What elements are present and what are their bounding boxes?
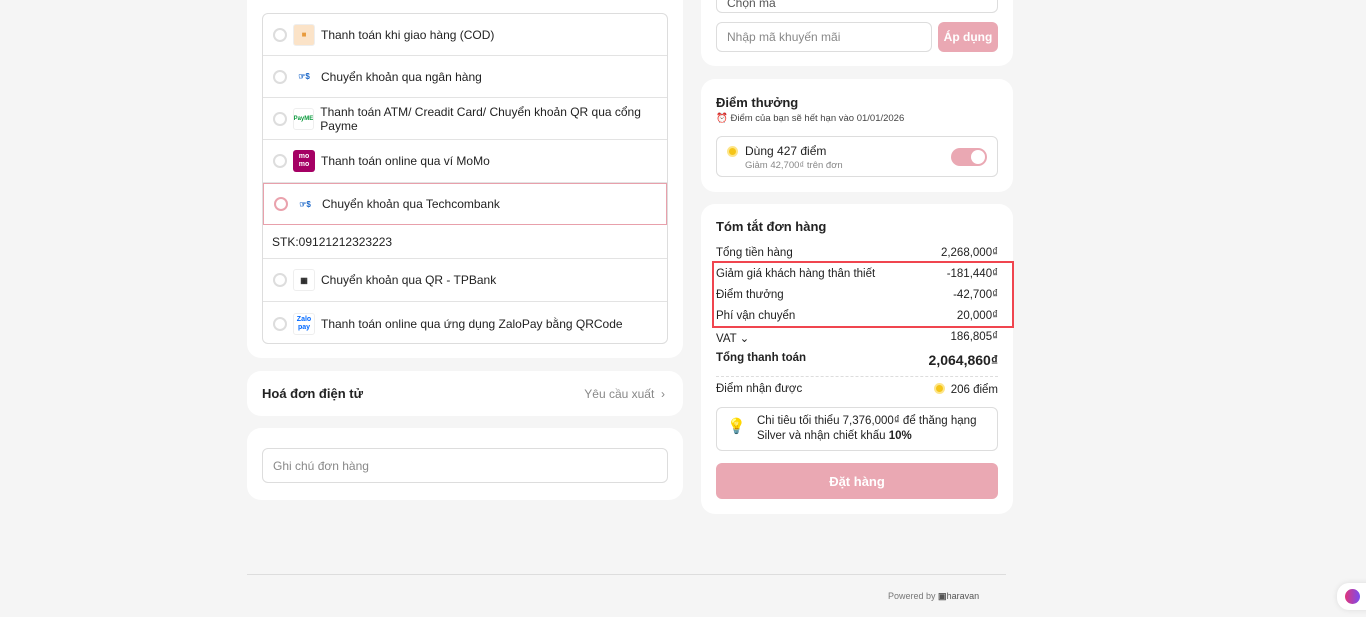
label: Chuyển khoản qua QR - TPBank	[321, 273, 497, 287]
radio[interactable]	[273, 154, 287, 168]
highlight-box	[712, 261, 1014, 328]
points-title: Điểm thưởng	[716, 95, 799, 110]
place-order-button[interactable]: Đặt hàng	[716, 463, 998, 499]
label: Thanh toán ATM/ Creadit Card/ Chuyển kho…	[320, 104, 641, 133]
use-points-toggle[interactable]	[951, 148, 987, 166]
powered-by: Powered by ▣haravan	[888, 591, 980, 601]
points-card: Điểm thưởng ⏰ Điểm của bạn sẽ hết hạn và…	[701, 79, 1013, 192]
radio[interactable]	[273, 316, 287, 331]
lightbulb-icon: 💡	[727, 418, 746, 435]
summary-title: Tóm tắt đơn hàng	[716, 219, 827, 234]
order-note-input[interactable]: Ghi chú đơn hàng	[262, 448, 668, 483]
bank-transfer-icon: ☞$	[298, 72, 310, 81]
summary-line-subtotal: Tổng tiền hàng 2,268,000₫	[716, 247, 998, 259]
haravan-logo: ▣haravan	[938, 591, 980, 601]
summary-line-vat[interactable]: VAT ⌄ 186,805₫	[716, 331, 998, 345]
use-points-sub: Giảm 42,700₫ trên đơn	[745, 160, 843, 171]
invoice-title: Hoá đơn điện tử	[262, 386, 363, 401]
bank-transfer-icon: ☞$	[299, 199, 311, 209]
points-expiry: ⏰ Điểm của bạn sẽ hết hạn vào 01/01/2026	[716, 113, 905, 124]
radio[interactable]	[273, 273, 287, 287]
coin-icon	[933, 383, 945, 394]
chevron-down-icon[interactable]: ⌄	[740, 333, 750, 345]
radio-selected[interactable]	[274, 197, 288, 211]
invoice-request-link[interactable]: Yêu cầu xuất ›	[584, 387, 665, 401]
alarm-icon: ⏰	[716, 113, 728, 124]
payment-method-cod[interactable]: ■ Thanh toán khi giao hàng (COD)	[263, 14, 667, 56]
brain-icon	[1345, 589, 1360, 604]
assistant-widget-button[interactable]	[1337, 583, 1366, 610]
apply-coupon-button[interactable]: Áp dụng	[938, 22, 998, 52]
coupon-input[interactable]: Nhập mã khuyến mãi	[716, 22, 932, 52]
radio[interactable]	[273, 69, 287, 84]
payment-method-bank[interactable]: ☞$ Chuyển khoản qua ngân hàng	[263, 56, 667, 98]
divider	[716, 376, 998, 377]
account-number: STK:09121212323223	[272, 234, 393, 249]
qr-icon: ▦	[293, 269, 315, 291]
earned-points: Điểm nhận được 206 điểm	[716, 383, 998, 396]
momo-icon: mo mo	[293, 150, 315, 172]
payment-method-momo[interactable]: mo mo Thanh toán online qua ví MoMo	[263, 140, 667, 183]
use-points-box: Dùng 427 điểm Giảm 42,700₫ trên đơn	[716, 136, 998, 177]
radio[interactable]	[273, 27, 287, 42]
label: Chuyển khoản qua ngân hàng	[321, 69, 482, 84]
coupon-select[interactable]: Chọn mã	[716, 0, 998, 13]
coin-icon	[727, 146, 738, 157]
label: Thanh toán online qua ví MoMo	[321, 154, 490, 168]
payment-method-techcombank[interactable]: ☞$ Chuyển khoản qua Techcombank	[263, 183, 667, 225]
account-info: STK:09121212323223	[263, 225, 667, 259]
payment-method-payme[interactable]: PayME Thanh toán ATM/ Creadit Card/ Chuyể…	[263, 98, 667, 140]
zalopay-icon: Zalo pay	[293, 312, 315, 335]
payment-methods-list: ■ Thanh toán khi giao hàng (COD) ☞$ Chuyển…	[262, 13, 668, 344]
payment-method-zalopay[interactable]: Zalo pay Thanh toán online qua ứng dụng Z…	[263, 302, 667, 343]
invoice-card[interactable]: Hoá đơn điện tử Yêu cầu xuất ›	[247, 371, 683, 416]
summary-total: Tổng thanh toán 2,064,860₫	[716, 352, 998, 368]
radio[interactable]	[273, 111, 287, 126]
footer-divider	[247, 574, 1006, 575]
cod-box-icon: ■	[293, 23, 315, 46]
label: Thanh toán online qua ứng dụng ZaloPay b…	[321, 316, 623, 331]
label: Thanh toán khi giao hàng (COD)	[321, 27, 495, 42]
payment-method-tpbank-qr[interactable]: ▦ Chuyển khoản qua QR - TPBank	[263, 259, 667, 302]
payme-icon: PayME	[292, 107, 315, 130]
label: Chuyển khoản qua Techcombank	[322, 197, 500, 211]
use-points-label: Dùng 427 điểm	[745, 144, 827, 158]
tier-tip-box: 💡 Chi tiêu tối thiểu 7,376,000₫ để thăng…	[716, 407, 998, 451]
